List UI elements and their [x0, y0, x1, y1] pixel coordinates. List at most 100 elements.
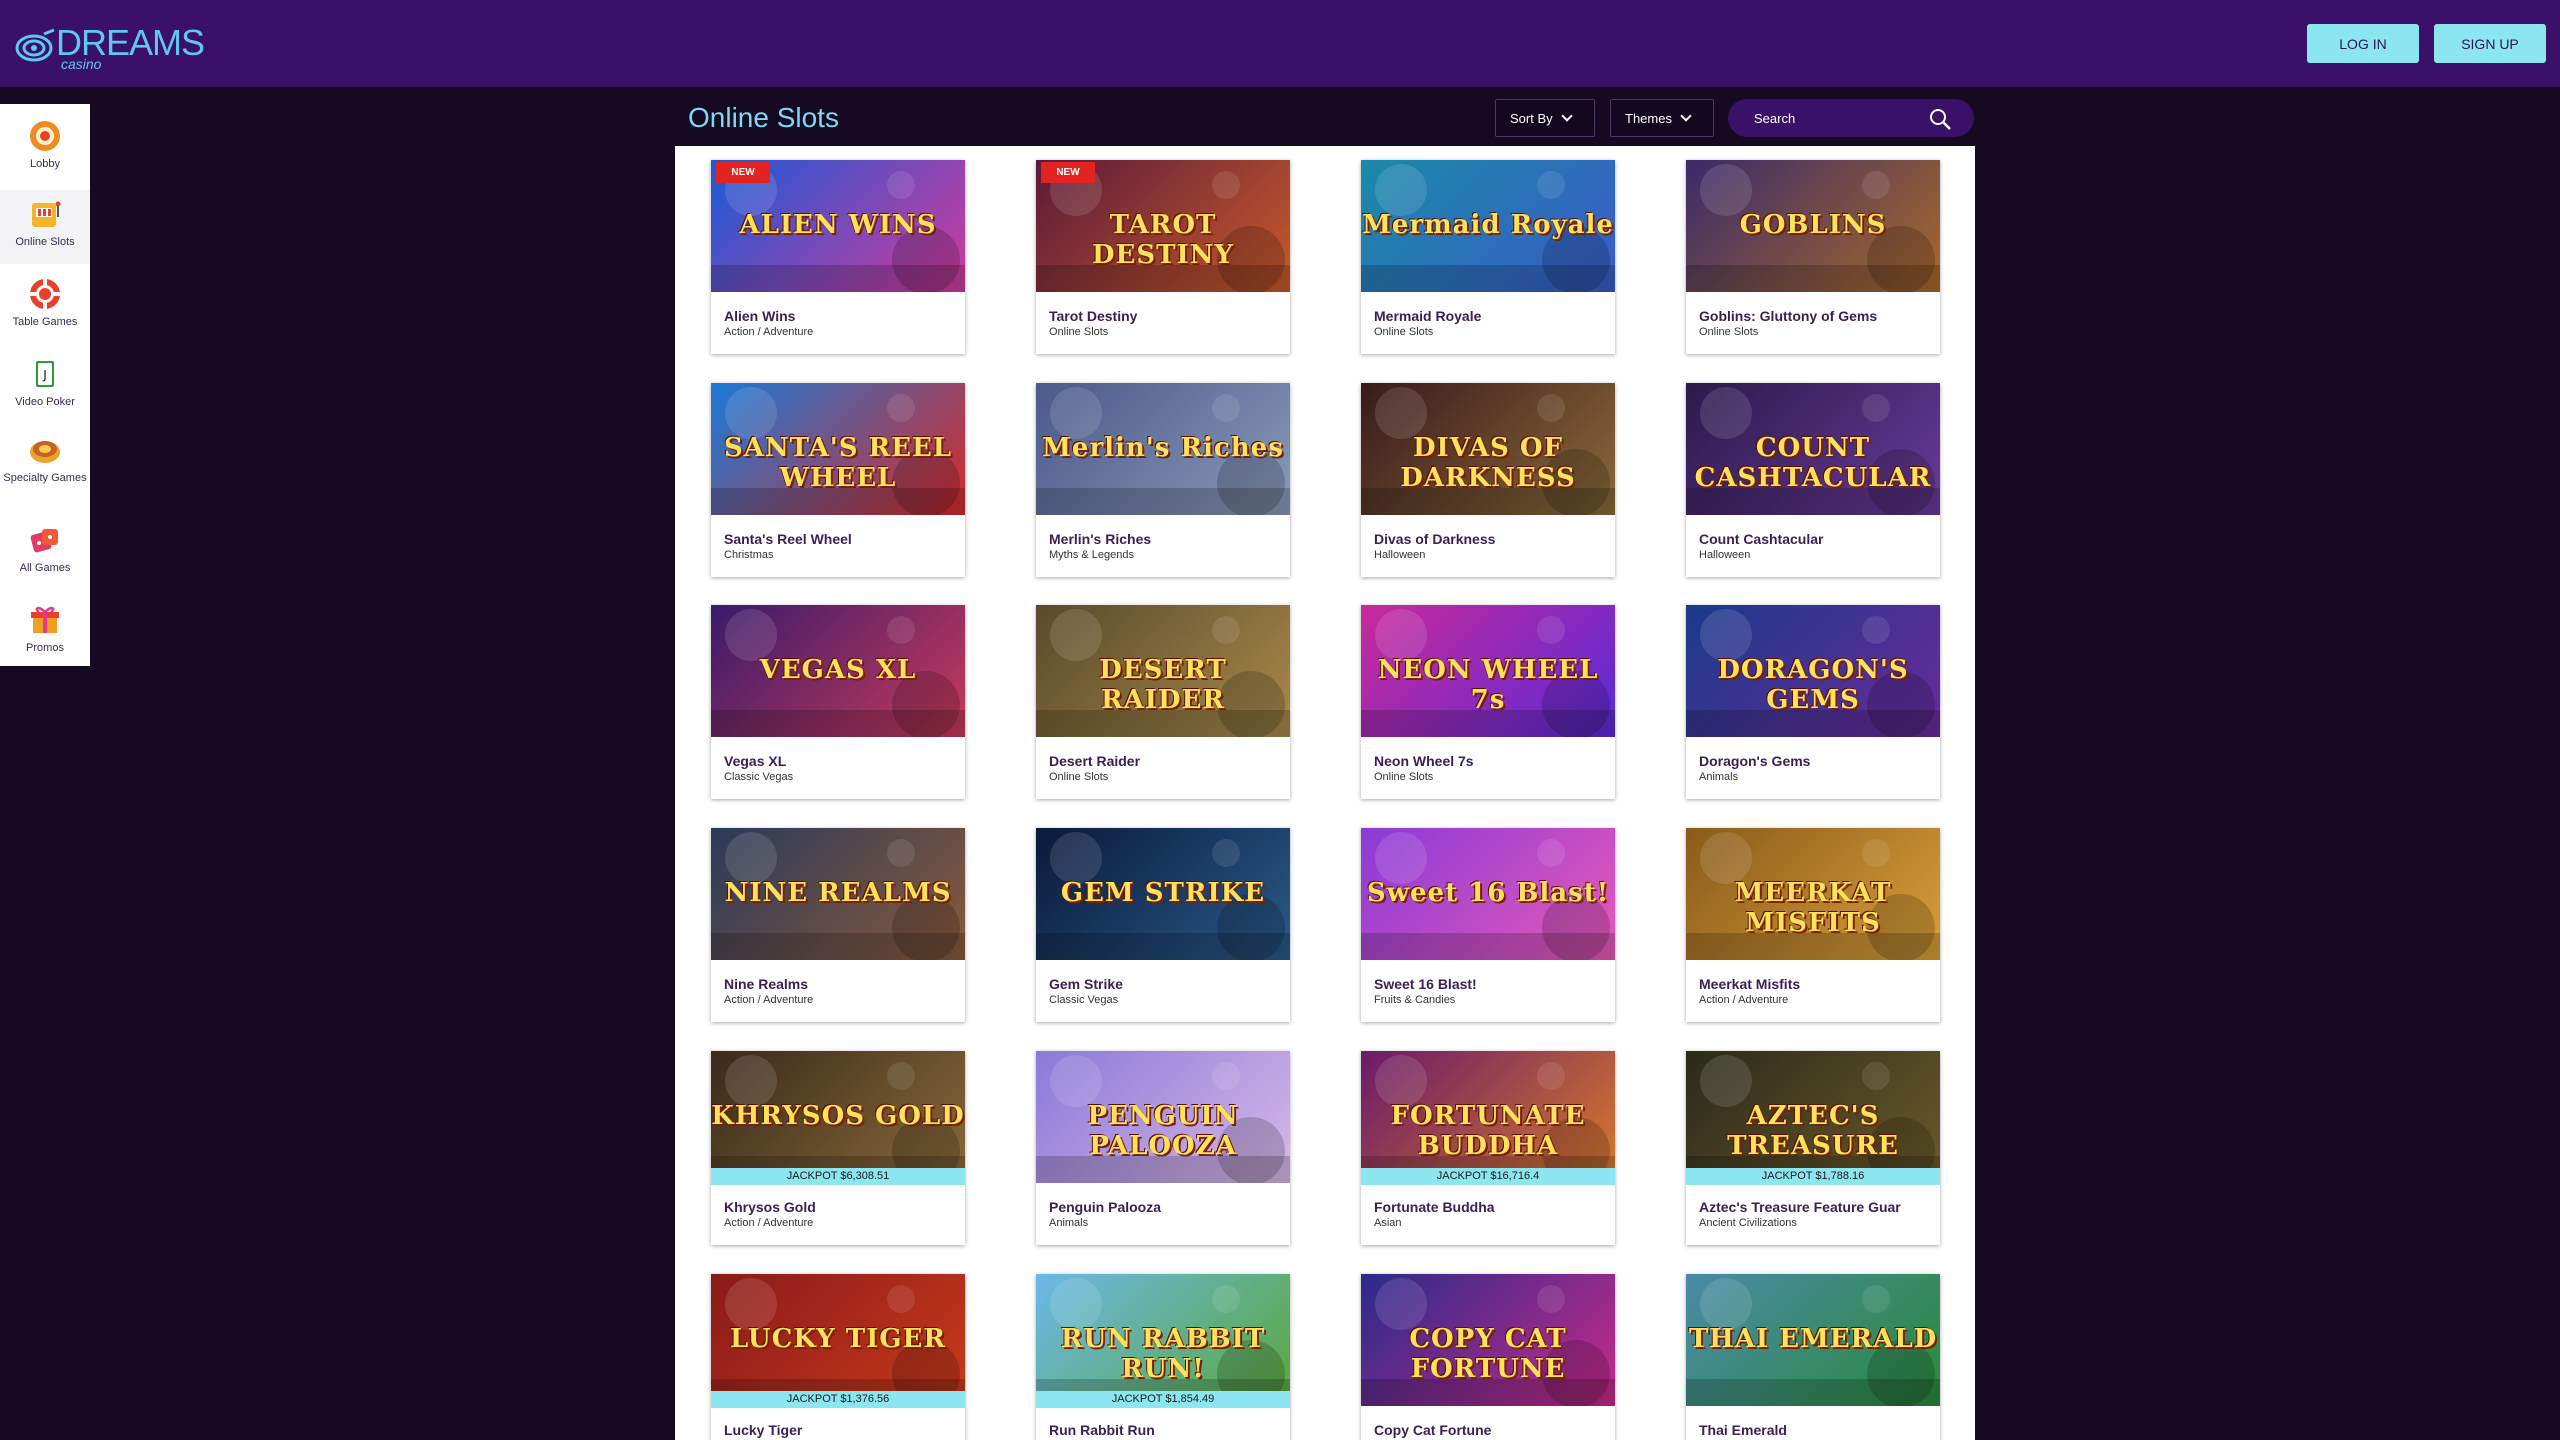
game-name[interactable]: Count Cashtacular: [1699, 531, 1823, 547]
jackpot-banner: JACKPOT $1,854.49: [1036, 1391, 1290, 1408]
game-card[interactable]: GEM STRIKE Gem Strike Classic Vegas: [1036, 828, 1290, 1022]
game-name[interactable]: Alien Wins: [724, 308, 795, 324]
game-card[interactable]: FORTUNATE BUDDHA JACKPOT $16,716.4 Fortuna…: [1361, 1051, 1615, 1245]
game-name[interactable]: Nine Realms: [724, 976, 808, 992]
sort-by-dropdown[interactable]: Sort By: [1495, 99, 1595, 137]
sidebar-item-lobby[interactable]: Lobby: [0, 112, 90, 186]
game-category: Fruits & Candies: [1374, 994, 1456, 1006]
game-card[interactable]: Mermaid Royale Mermaid Royale Online Slots: [1361, 160, 1615, 354]
game-thumbnail[interactable]: KHRYSOS GOLD: [711, 1051, 965, 1183]
game-card[interactable]: ALIEN WINS NEW Alien Wins Action / Adventur…: [711, 160, 965, 354]
themes-dropdown[interactable]: Themes: [1610, 99, 1714, 137]
game-name[interactable]: Mermaid Royale: [1374, 308, 1481, 324]
game-thumbnail[interactable]: NINE REALMS: [711, 828, 965, 960]
game-name[interactable]: Merlin's Riches: [1049, 531, 1151, 547]
game-category: Online Slots: [1374, 326, 1434, 338]
game-thumbnail[interactable]: GOBLINS: [1686, 160, 1940, 292]
game-name[interactable]: Vegas XL: [724, 753, 786, 769]
game-name[interactable]: Divas of Darkness: [1374, 531, 1495, 547]
game-card[interactable]: RUN RABBIT RUN! JACKPOT $1,854.49 Run Rabb…: [1036, 1274, 1290, 1440]
game-category: Halloween: [1699, 549, 1751, 561]
game-card[interactable]: COUNT CASHTACULAR Count Cashtacular Hallow…: [1686, 383, 1940, 577]
game-name[interactable]: Aztec's Treasure Feature Guar: [1699, 1199, 1901, 1215]
game-card[interactable]: TAROT DESTINY NEW Tarot Destiny Online Slot…: [1036, 160, 1290, 354]
game-thumbnail[interactable]: ALIEN WINS NEW: [711, 160, 965, 292]
game-thumbnail[interactable]: DESERT RAIDER: [1036, 605, 1290, 737]
search-icon[interactable]: [1928, 107, 1952, 131]
game-name[interactable]: Khrysos Gold: [724, 1199, 816, 1215]
game-thumbnail[interactable]: AZTEC'S TREASURE: [1686, 1051, 1940, 1183]
game-name[interactable]: Goblins: Gluttony of Gems: [1699, 308, 1877, 324]
sidebar-item-label: Table Games: [12, 316, 78, 328]
game-thumbnail[interactable]: TAROT DESTINY NEW: [1036, 160, 1290, 292]
game-name[interactable]: Doragon's Gems: [1699, 753, 1810, 769]
game-name[interactable]: Sweet 16 Blast!: [1374, 976, 1477, 992]
sidebar-item-promos[interactable]: Promos: [0, 596, 90, 666]
sidebar-item-specialty-games[interactable]: Specialty Games: [0, 426, 90, 512]
game-name[interactable]: Tarot Destiny: [1049, 308, 1137, 324]
game-name[interactable]: Lucky Tiger: [724, 1422, 802, 1438]
game-card[interactable]: DESERT RAIDER Desert Raider Online Slots: [1036, 605, 1290, 799]
game-thumbnail[interactable]: Sweet 16 Blast!: [1361, 828, 1615, 960]
game-thumbnail[interactable]: COUNT CASHTACULAR: [1686, 383, 1940, 515]
game-thumbnail[interactable]: SANTA'S REEL WHEEL: [711, 383, 965, 515]
game-name[interactable]: Neon Wheel 7s: [1374, 753, 1474, 769]
game-logo-art: DESERT RAIDER: [1099, 655, 1227, 715]
sidebar-item-label: Specialty Games: [3, 472, 87, 484]
sidebar-item-table-games[interactable]: Table Games: [0, 270, 90, 344]
game-thumbnail[interactable]: GEM STRIKE: [1036, 828, 1290, 960]
game-logo-art: VEGAS XL: [759, 655, 917, 685]
page-title: Online Slots: [688, 102, 839, 133]
game-card[interactable]: DIVAS OF DARKNESS Divas of Darkness Hallow…: [1361, 383, 1615, 577]
dreams-casino-logo[interactable]: DREAMS casino: [14, 20, 205, 72]
game-name[interactable]: Santa's Reel Wheel: [724, 531, 852, 547]
game-thumbnail[interactable]: VEGAS XL: [711, 605, 965, 737]
game-name[interactable]: Run Rabbit Run: [1049, 1422, 1155, 1438]
game-thumbnail[interactable]: LUCKY TIGER: [711, 1274, 965, 1406]
game-card[interactable]: AZTEC'S TREASURE JACKPOT $1,788.16 Aztec's…: [1686, 1051, 1940, 1245]
search-input[interactable]: [1754, 108, 1914, 128]
game-thumbnail[interactable]: DORAGON'S GEMS: [1686, 605, 1940, 737]
game-card[interactable]: NEON WHEEL 7s Neon Wheel 7s Online Slots: [1361, 605, 1615, 799]
game-thumbnail[interactable]: RUN RABBIT RUN!: [1036, 1274, 1290, 1406]
game-logo-art: MEERKAT MISFITS: [1734, 878, 1892, 938]
game-thumbnail[interactable]: PENGUIN PALOOZA: [1036, 1051, 1290, 1183]
game-logo-art: KHRYSOS GOLD: [711, 1101, 965, 1131]
game-card[interactable]: VEGAS XL Vegas XL Classic Vegas: [711, 605, 965, 799]
game-card[interactable]: LUCKY TIGER JACKPOT $1,376.56 Lucky Tiger: [711, 1274, 965, 1440]
game-thumbnail[interactable]: THAI EMERALD: [1686, 1274, 1940, 1406]
sidebar-item-online-slots[interactable]: Online Slots: [0, 190, 90, 264]
game-card[interactable]: SANTA'S REEL WHEEL Santa's Reel Wheel Chri…: [711, 383, 965, 577]
game-name[interactable]: Penguin Palooza: [1049, 1199, 1161, 1215]
game-name[interactable]: Meerkat Misfits: [1699, 976, 1800, 992]
game-thumbnail[interactable]: Mermaid Royale: [1361, 160, 1615, 292]
game-thumbnail[interactable]: DIVAS OF DARKNESS: [1361, 383, 1615, 515]
signup-button[interactable]: SIGN UP: [2434, 24, 2546, 63]
game-card[interactable]: MEERKAT MISFITS Meerkat Misfits Action / A…: [1686, 828, 1940, 1022]
game-card[interactable]: Sweet 16 Blast! Sweet 16 Blast! Fruits & C…: [1361, 828, 1615, 1022]
game-category: Action / Adventure: [1699, 994, 1789, 1006]
game-card[interactable]: KHRYSOS GOLD JACKPOT $6,308.51 Khrysos Gol…: [711, 1051, 965, 1245]
game-card[interactable]: Merlin's Riches Merlin's Riches Myths & Le…: [1036, 383, 1290, 577]
sidebar-item-video-poker[interactable]: J Video Poker: [0, 350, 90, 424]
game-name[interactable]: Thai Emerald: [1699, 1422, 1787, 1438]
game-thumbnail[interactable]: FORTUNATE BUDDHA: [1361, 1051, 1615, 1183]
login-button[interactable]: LOG IN: [2307, 24, 2419, 63]
game-card[interactable]: DORAGON'S GEMS Doragon's Gems Animals: [1686, 605, 1940, 799]
game-card[interactable]: GOBLINS Goblins: Gluttony of Gems Online S…: [1686, 160, 1940, 354]
game-thumbnail[interactable]: COPY CAT FORTUNE: [1361, 1274, 1615, 1406]
game-thumbnail[interactable]: NEON WHEEL 7s: [1361, 605, 1615, 737]
game-card[interactable]: NINE REALMS Nine Realms Action / Adventure: [711, 828, 965, 1022]
game-card[interactable]: COPY CAT FORTUNE Copy Cat Fortune: [1361, 1274, 1615, 1440]
game-thumbnail[interactable]: Merlin's Riches: [1036, 383, 1290, 515]
game-card[interactable]: PENGUIN PALOOZA Penguin Palooza Animals: [1036, 1051, 1290, 1245]
game-name[interactable]: Copy Cat Fortune: [1374, 1422, 1491, 1438]
game-name[interactable]: Gem Strike: [1049, 976, 1123, 992]
game-thumbnail[interactable]: MEERKAT MISFITS: [1686, 828, 1940, 960]
sidebar-item-all-games[interactable]: All Games: [0, 516, 90, 592]
wheel-icon: [27, 432, 63, 468]
game-name[interactable]: Desert Raider: [1049, 753, 1140, 769]
game-category: Ancient Civilizations: [1699, 1217, 1797, 1229]
game-card[interactable]: THAI EMERALD Thai Emerald: [1686, 1274, 1940, 1440]
game-name[interactable]: Fortunate Buddha: [1374, 1199, 1495, 1215]
